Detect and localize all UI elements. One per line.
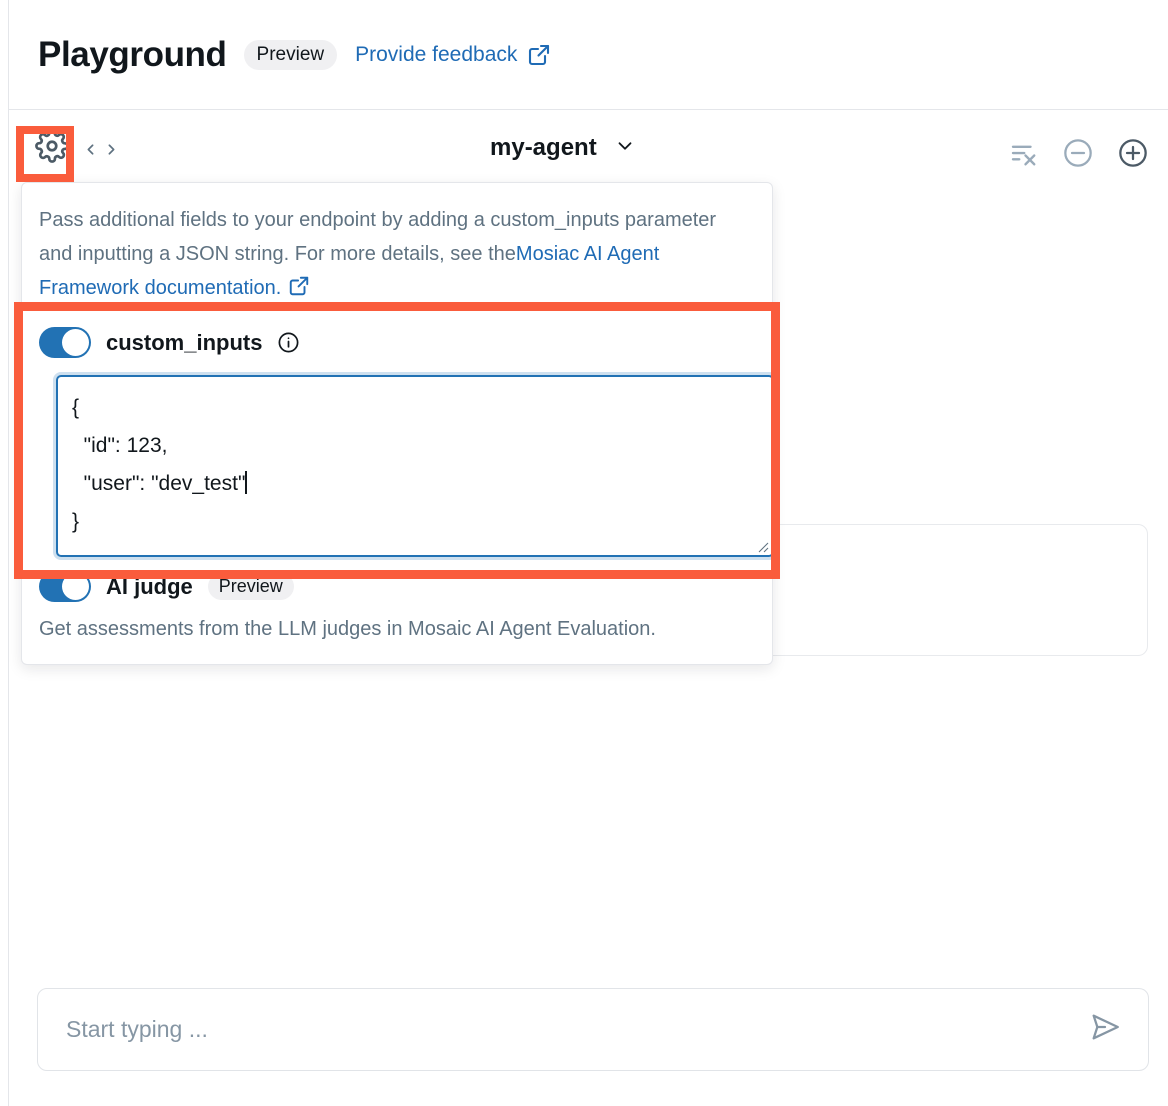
- custom-inputs-json-value: { "id": 123, "user": "dev_test": [72, 396, 245, 495]
- ai-judge-row: AI judge Preview: [39, 571, 755, 602]
- chevron-down-icon: [614, 135, 636, 162]
- custom-inputs-description: Pass additional fields to your endpoint …: [22, 203, 772, 313]
- toolbar-actions: [1006, 136, 1150, 170]
- clear-list-icon[interactable]: [1006, 136, 1040, 170]
- chat-input-bar[interactable]: Start typing ...: [37, 988, 1149, 1071]
- gear-icon: [35, 129, 69, 168]
- provide-feedback-label: Provide feedback: [355, 43, 517, 67]
- ai-judge-label: AI judge: [106, 574, 193, 600]
- conversation-nav: [81, 140, 120, 158]
- page-title: Playground: [38, 37, 227, 72]
- settings-popover: Pass additional fields to your endpoint …: [21, 182, 773, 665]
- custom-inputs-toggle[interactable]: [39, 327, 91, 358]
- plus-circle-icon[interactable]: [1116, 136, 1150, 170]
- toggle-knob: [62, 573, 89, 600]
- custom-inputs-json-textarea[interactable]: { "id": 123, "user": "dev_test" }: [56, 375, 774, 557]
- agent-selector[interactable]: my-agent: [490, 134, 636, 162]
- external-link-icon: [527, 43, 551, 67]
- provide-feedback-link[interactable]: Provide feedback: [355, 43, 551, 67]
- chevron-left-icon[interactable]: [81, 140, 99, 158]
- toggle-knob: [62, 329, 89, 356]
- text-caret: [245, 471, 247, 494]
- settings-button[interactable]: [31, 127, 73, 169]
- custom-inputs-setting: custom_inputs { "id": 123, "user": "dev_…: [22, 313, 772, 557]
- chat-input-placeholder: Start typing ...: [66, 1016, 208, 1043]
- agent-name-label: my-agent: [490, 134, 597, 162]
- minus-circle-icon[interactable]: [1061, 136, 1095, 170]
- info-circle-icon[interactable]: [277, 331, 300, 354]
- custom-inputs-json-tail: }: [72, 510, 79, 533]
- send-icon: [1088, 1010, 1122, 1049]
- preview-badge: Preview: [244, 40, 338, 70]
- chevron-right-icon[interactable]: [102, 140, 120, 158]
- page-header: Playground Preview Provide feedback: [9, 0, 1168, 110]
- custom-inputs-label: custom_inputs: [106, 330, 262, 356]
- ai-judge-preview-badge: Preview: [208, 573, 294, 600]
- ai-judge-description: Get assessments from the LLM judges in M…: [22, 602, 772, 664]
- empty-response-card: [740, 524, 1148, 656]
- ai-judge-toggle[interactable]: [39, 571, 91, 602]
- custom-inputs-row: custom_inputs: [39, 327, 755, 358]
- send-button[interactable]: [1085, 1010, 1125, 1050]
- ai-judge-setting: AI judge Preview: [22, 565, 772, 602]
- external-link-icon: [288, 275, 310, 297]
- resize-handle-icon[interactable]: [753, 537, 769, 553]
